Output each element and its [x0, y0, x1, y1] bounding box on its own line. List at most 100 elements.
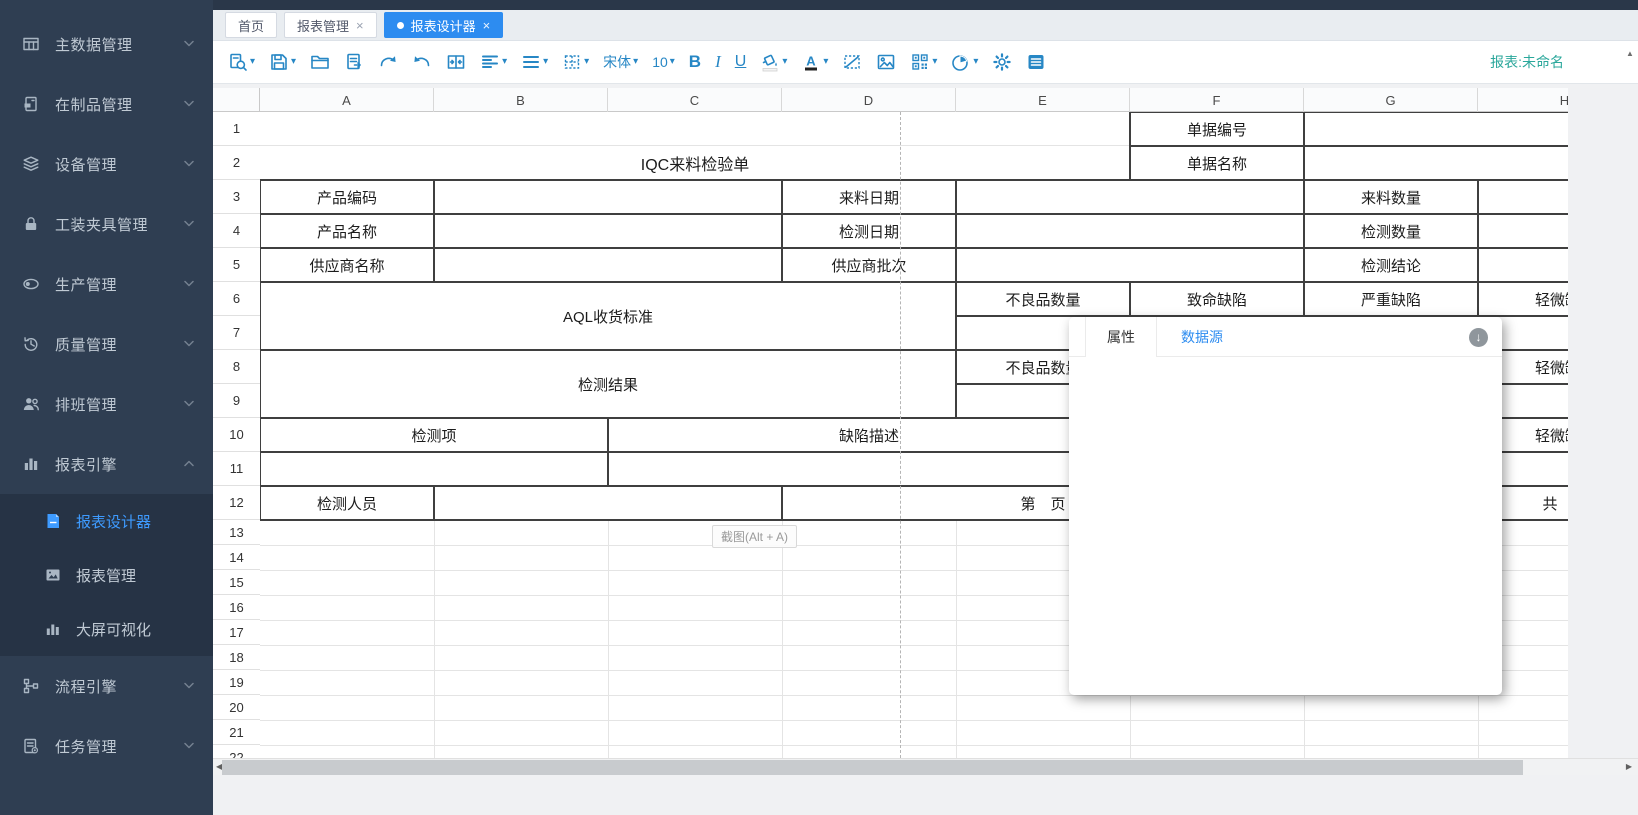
- sidebar-item-4[interactable]: 生产管理: [0, 254, 213, 314]
- sheet-cell[interactable]: 检测结果: [259, 349, 957, 419]
- sheet-cell[interactable]: [433, 213, 783, 249]
- qrcode-icon[interactable]: ▾: [907, 50, 940, 74]
- row-header-11[interactable]: 11: [213, 452, 260, 486]
- row-header-18[interactable]: 18: [213, 645, 260, 670]
- sidebar-subitem-0[interactable]: 报表设计器: [0, 494, 213, 548]
- sheet-cell[interactable]: 轻微缺陷: [1477, 281, 1568, 317]
- sidebar-subitem-2[interactable]: 大屏可视化: [0, 602, 213, 656]
- column-header-F[interactable]: F: [1130, 88, 1304, 112]
- settings-gear-icon[interactable]: [989, 50, 1015, 74]
- data-panel-icon[interactable]: [1023, 50, 1049, 74]
- sheet-cell[interactable]: 单据名称: [1129, 145, 1305, 181]
- row-header-16[interactable]: 16: [213, 595, 260, 620]
- bold-button[interactable]: B: [686, 50, 704, 74]
- sheet-cell[interactable]: [1477, 213, 1568, 249]
- column-header-B[interactable]: B: [434, 88, 608, 112]
- sheet-cell[interactable]: 缺陷描述: [607, 417, 1131, 453]
- close-icon[interactable]: ×: [356, 19, 364, 32]
- collapse-circle-down-icon[interactable]: ↓: [1469, 328, 1488, 347]
- select-all-corner[interactable]: [213, 88, 260, 112]
- sheet-cell[interactable]: 检测人员: [259, 485, 435, 521]
- sheet-cell[interactable]: [1477, 179, 1568, 215]
- font-family-select[interactable]: 宋体▾: [600, 50, 641, 74]
- tab-0[interactable]: 首页: [225, 12, 277, 38]
- sidebar-item-8[interactable]: 流程引擎: [0, 656, 213, 716]
- sheet-cell[interactable]: 检测项: [259, 417, 609, 453]
- border-icon[interactable]: ▾: [559, 50, 592, 74]
- sidebar-subitem-1[interactable]: 报表管理: [0, 548, 213, 602]
- scroll-right-icon[interactable]: ▶: [1626, 762, 1632, 771]
- sheet-cell[interactable]: 来料数量: [1303, 179, 1479, 215]
- sheet-cell[interactable]: 不良品数量: [955, 281, 1131, 317]
- sidebar-item-5[interactable]: 质量管理: [0, 314, 213, 374]
- sheet-cell[interactable]: [955, 179, 1305, 215]
- sheet-cell[interactable]: [1303, 145, 1568, 181]
- sheet-cell[interactable]: 检测数量: [1303, 213, 1479, 249]
- italic-button[interactable]: I: [712, 50, 724, 74]
- sidebar-item-1[interactable]: 在制品管理: [0, 74, 213, 134]
- row-header-6[interactable]: 6: [213, 282, 260, 316]
- row-header-2[interactable]: 2: [213, 146, 260, 180]
- column-header-H[interactable]: H: [1478, 88, 1568, 112]
- sidebar-item-3[interactable]: 工装夹具管理: [0, 194, 213, 254]
- row-header-19[interactable]: 19: [213, 670, 260, 695]
- sheet-cell[interactable]: [260, 112, 1130, 146]
- column-header-C[interactable]: C: [608, 88, 782, 112]
- row-header-20[interactable]: 20: [213, 695, 260, 720]
- undo-icon[interactable]: [409, 50, 435, 74]
- column-header-D[interactable]: D: [782, 88, 956, 112]
- row-header-3[interactable]: 3: [213, 180, 260, 214]
- sheet-cell[interactable]: [1303, 111, 1568, 147]
- row-header-7[interactable]: 7: [213, 316, 260, 350]
- sheet-cell[interactable]: [433, 179, 783, 215]
- align-icon[interactable]: ▾: [477, 50, 510, 74]
- merge-cells-icon[interactable]: [443, 50, 469, 74]
- sheet-cell[interactable]: 产品名称: [259, 213, 435, 249]
- image-icon[interactable]: [873, 50, 899, 74]
- sidebar-item-0[interactable]: 主数据管理: [0, 14, 213, 74]
- sheet-cell[interactable]: 致命缺陷: [1129, 281, 1305, 317]
- underline-button[interactable]: U: [732, 51, 750, 73]
- font-color-icon[interactable]: A▾: [798, 50, 831, 74]
- line-style-icon[interactable]: ▾: [518, 50, 551, 74]
- row-header-13[interactable]: 13: [213, 520, 260, 545]
- tab-2[interactable]: 报表设计器×: [384, 12, 504, 38]
- redo-icon[interactable]: [375, 50, 401, 74]
- row-header-10[interactable]: 10: [213, 418, 260, 452]
- sidebar-item-2[interactable]: 设备管理: [0, 134, 213, 194]
- row-header-21[interactable]: 21: [213, 720, 260, 745]
- tab-1[interactable]: 报表管理×: [284, 12, 377, 38]
- row-header-1[interactable]: 1: [213, 112, 260, 146]
- row-header-14[interactable]: 14: [213, 545, 260, 570]
- horizontal-scrollbar-thumb[interactable]: [222, 760, 1523, 775]
- sidebar-item-9[interactable]: 任务管理: [0, 716, 213, 776]
- column-header-E[interactable]: E: [956, 88, 1130, 112]
- row-header-8[interactable]: 8: [213, 350, 260, 384]
- horizontal-scrollbar[interactable]: ◀ ▶: [213, 758, 1638, 775]
- sheet-cell[interactable]: 供应商批次: [781, 247, 957, 283]
- row-header-15[interactable]: 15: [213, 570, 260, 595]
- sheet-cell[interactable]: IQC来料检验单: [260, 146, 1130, 180]
- row-header-22[interactable]: 22: [213, 745, 260, 758]
- sheet-cell[interactable]: 检测结论: [1303, 247, 1479, 283]
- sheet-cell[interactable]: [607, 451, 1131, 487]
- row-header-5[interactable]: 5: [213, 248, 260, 282]
- column-header-G[interactable]: G: [1304, 88, 1478, 112]
- vertical-scrollbar[interactable]: ▲: [1623, 43, 1638, 753]
- close-icon[interactable]: ×: [483, 19, 491, 32]
- panel-tab-datasource[interactable]: 数据源: [1181, 317, 1223, 357]
- fill-color-icon[interactable]: ▾: [757, 50, 790, 74]
- sheet-cell[interactable]: 来料日期: [781, 179, 957, 215]
- preview-icon[interactable]: ▾: [225, 50, 258, 74]
- row-header-9[interactable]: 9: [213, 384, 260, 418]
- panel-tab-properties[interactable]: 属性: [1085, 317, 1157, 357]
- sheet-cell[interactable]: [433, 247, 783, 283]
- export-doc-icon[interactable]: [341, 50, 367, 74]
- sidebar-item-6[interactable]: 排班管理: [0, 374, 213, 434]
- sheet-cell[interactable]: [259, 451, 609, 487]
- row-header-17[interactable]: 17: [213, 620, 260, 645]
- sheet-cell[interactable]: [1477, 247, 1568, 283]
- sheet-cell[interactable]: 产品编码: [259, 179, 435, 215]
- row-header-12[interactable]: 12: [213, 486, 260, 520]
- sheet-cell[interactable]: [955, 213, 1305, 249]
